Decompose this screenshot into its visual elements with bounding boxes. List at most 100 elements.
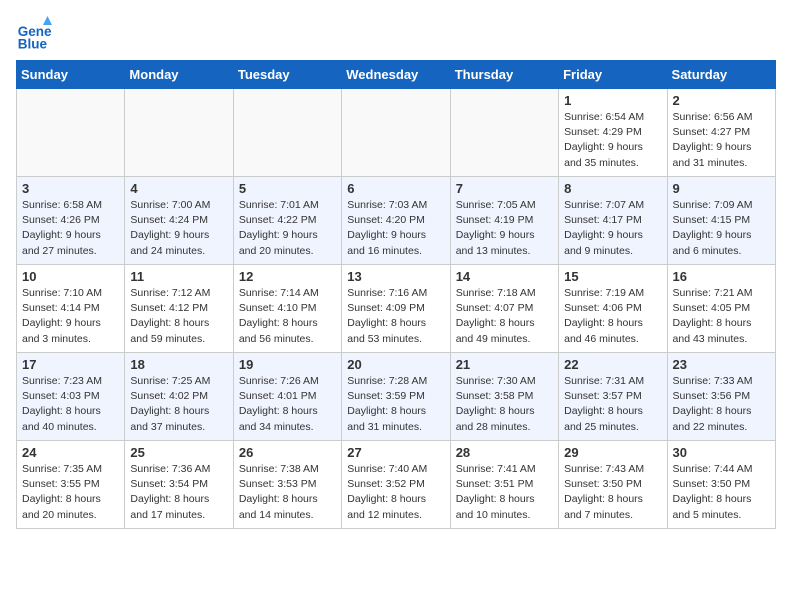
day-number: 20	[347, 357, 444, 372]
day-number: 13	[347, 269, 444, 284]
day-info: Sunrise: 7:19 AM Sunset: 4:06 PM Dayligh…	[564, 286, 661, 347]
day-info: Sunrise: 7:25 AM Sunset: 4:02 PM Dayligh…	[130, 374, 227, 435]
calendar-cell: 30Sunrise: 7:44 AM Sunset: 3:50 PM Dayli…	[667, 441, 775, 529]
day-number: 23	[673, 357, 770, 372]
header-cell-sunday: Sunday	[17, 61, 125, 89]
calendar-cell: 21 Sunrise: 7:30 AM Sunset: 3:58 PM Dayli…	[450, 353, 558, 441]
calendar-cell: 16 Sunrise: 7:21 AM Sunset: 4:05 PM Dayli…	[667, 265, 775, 353]
header-cell-tuesday: Tuesday	[233, 61, 341, 89]
page-header: General Blue	[16, 16, 776, 52]
day-info: Sunrise: 7:30 AM Sunset: 3:58 PM Dayligh…	[456, 374, 553, 435]
day-info: Sunrise: 7:01 AM Sunset: 4:22 PM Dayligh…	[239, 198, 336, 259]
header-cell-monday: Monday	[125, 61, 233, 89]
calendar-cell: 12 Sunrise: 7:14 AM Sunset: 4:10 PM Dayli…	[233, 265, 341, 353]
calendar-cell: 2 Sunrise: 6:56 AM Sunset: 4:27 PM Daylig…	[667, 89, 775, 177]
day-number: 5	[239, 181, 336, 196]
day-info: Sunrise: 7:28 AM Sunset: 3:59 PM Dayligh…	[347, 374, 444, 435]
calendar-cell: 3 Sunrise: 6:58 AM Sunset: 4:26 PM Daylig…	[17, 177, 125, 265]
day-number: 28	[456, 445, 553, 460]
day-number: 19	[239, 357, 336, 372]
day-number: 15	[564, 269, 661, 284]
calendar-cell: 28 Sunrise: 7:41 AM Sunset: 3:51 PM Dayli…	[450, 441, 558, 529]
calendar-cell: 5 Sunrise: 7:01 AM Sunset: 4:22 PM Daylig…	[233, 177, 341, 265]
day-number: 9	[673, 181, 770, 196]
day-info: Sunrise: 6:56 AM Sunset: 4:27 PM Dayligh…	[673, 110, 770, 171]
calendar-cell: 13 Sunrise: 7:16 AM Sunset: 4:09 PM Dayli…	[342, 265, 450, 353]
day-number: 29	[564, 445, 661, 460]
day-info: Sunrise: 7:21 AM Sunset: 4:05 PM Dayligh…	[673, 286, 770, 347]
day-info: Sunrise: 7:03 AM Sunset: 4:20 PM Dayligh…	[347, 198, 444, 259]
day-number: 21	[456, 357, 553, 372]
day-number: 17	[22, 357, 119, 372]
day-info: Sunrise: 7:31 AM Sunset: 3:57 PM Dayligh…	[564, 374, 661, 435]
day-info: Sunrise: 7:41 AM Sunset: 3:51 PM Dayligh…	[456, 462, 553, 523]
day-number: 18	[130, 357, 227, 372]
day-info: Sunrise: 7:18 AM Sunset: 4:07 PM Dayligh…	[456, 286, 553, 347]
day-number: 4	[130, 181, 227, 196]
day-number: 30	[673, 445, 770, 460]
day-info: Sunrise: 7:07 AM Sunset: 4:17 PM Dayligh…	[564, 198, 661, 259]
calendar-week-1: 3 Sunrise: 6:58 AM Sunset: 4:26 PM Daylig…	[17, 177, 776, 265]
day-number: 7	[456, 181, 553, 196]
day-number: 22	[564, 357, 661, 372]
calendar-cell	[17, 89, 125, 177]
day-info: Sunrise: 7:10 AM Sunset: 4:14 PM Dayligh…	[22, 286, 119, 347]
calendar-cell: 29Sunrise: 7:43 AM Sunset: 3:50 PM Dayli…	[559, 441, 667, 529]
calendar-cell: 9 Sunrise: 7:09 AM Sunset: 4:15 PM Daylig…	[667, 177, 775, 265]
calendar-week-4: 24 Sunrise: 7:35 AM Sunset: 3:55 PM Dayli…	[17, 441, 776, 529]
calendar-cell: 24 Sunrise: 7:35 AM Sunset: 3:55 PM Dayli…	[17, 441, 125, 529]
calendar-cell: 23Sunrise: 7:33 AM Sunset: 3:56 PM Dayli…	[667, 353, 775, 441]
calendar-cell	[125, 89, 233, 177]
calendar-week-3: 17 Sunrise: 7:23 AM Sunset: 4:03 PM Dayli…	[17, 353, 776, 441]
day-info: Sunrise: 6:54 AM Sunset: 4:29 PM Dayligh…	[564, 110, 661, 171]
day-info: Sunrise: 7:36 AM Sunset: 3:54 PM Dayligh…	[130, 462, 227, 523]
day-number: 25	[130, 445, 227, 460]
header-row: SundayMondayTuesdayWednesdayThursdayFrid…	[17, 61, 776, 89]
calendar-cell	[233, 89, 341, 177]
day-number: 12	[239, 269, 336, 284]
day-number: 6	[347, 181, 444, 196]
day-number: 2	[673, 93, 770, 108]
calendar-cell: 18 Sunrise: 7:25 AM Sunset: 4:02 PM Dayli…	[125, 353, 233, 441]
day-info: Sunrise: 7:12 AM Sunset: 4:12 PM Dayligh…	[130, 286, 227, 347]
day-info: Sunrise: 7:40 AM Sunset: 3:52 PM Dayligh…	[347, 462, 444, 523]
calendar-cell: 25 Sunrise: 7:36 AM Sunset: 3:54 PM Dayli…	[125, 441, 233, 529]
calendar-cell: 1 Sunrise: 6:54 AM Sunset: 4:29 PM Daylig…	[559, 89, 667, 177]
calendar-cell: 6 Sunrise: 7:03 AM Sunset: 4:20 PM Daylig…	[342, 177, 450, 265]
calendar-cell: 26 Sunrise: 7:38 AM Sunset: 3:53 PM Dayli…	[233, 441, 341, 529]
calendar-cell: 17 Sunrise: 7:23 AM Sunset: 4:03 PM Dayli…	[17, 353, 125, 441]
calendar-cell	[342, 89, 450, 177]
day-number: 1	[564, 93, 661, 108]
svg-text:Blue: Blue	[18, 36, 48, 51]
calendar-cell: 27 Sunrise: 7:40 AM Sunset: 3:52 PM Dayli…	[342, 441, 450, 529]
day-info: Sunrise: 7:38 AM Sunset: 3:53 PM Dayligh…	[239, 462, 336, 523]
calendar-cell: 4Sunrise: 7:00 AM Sunset: 4:24 PM Daylig…	[125, 177, 233, 265]
day-number: 27	[347, 445, 444, 460]
header-cell-wednesday: Wednesday	[342, 61, 450, 89]
logo: General Blue	[16, 16, 56, 52]
day-number: 26	[239, 445, 336, 460]
calendar-cell: 14 Sunrise: 7:18 AM Sunset: 4:07 PM Dayli…	[450, 265, 558, 353]
day-number: 24	[22, 445, 119, 460]
day-info: Sunrise: 6:58 AM Sunset: 4:26 PM Dayligh…	[22, 198, 119, 259]
calendar-cell: 19 Sunrise: 7:26 AM Sunset: 4:01 PM Dayli…	[233, 353, 341, 441]
day-number: 14	[456, 269, 553, 284]
day-info: Sunrise: 7:14 AM Sunset: 4:10 PM Dayligh…	[239, 286, 336, 347]
header-cell-friday: Friday	[559, 61, 667, 89]
calendar-cell	[450, 89, 558, 177]
day-number: 16	[673, 269, 770, 284]
calendar-cell: 22 Sunrise: 7:31 AM Sunset: 3:57 PM Dayli…	[559, 353, 667, 441]
day-number: 10	[22, 269, 119, 284]
day-info: Sunrise: 7:35 AM Sunset: 3:55 PM Dayligh…	[22, 462, 119, 523]
day-info: Sunrise: 7:26 AM Sunset: 4:01 PM Dayligh…	[239, 374, 336, 435]
calendar-table: SundayMondayTuesdayWednesdayThursdayFrid…	[16, 60, 776, 529]
day-number: 3	[22, 181, 119, 196]
day-info: Sunrise: 7:16 AM Sunset: 4:09 PM Dayligh…	[347, 286, 444, 347]
calendar-cell: 8Sunrise: 7:07 AM Sunset: 4:17 PM Daylig…	[559, 177, 667, 265]
calendar-cell: 7Sunrise: 7:05 AM Sunset: 4:19 PM Daylig…	[450, 177, 558, 265]
calendar-cell: 15 Sunrise: 7:19 AM Sunset: 4:06 PM Dayli…	[559, 265, 667, 353]
day-info: Sunrise: 7:09 AM Sunset: 4:15 PM Dayligh…	[673, 198, 770, 259]
calendar-week-0: 1 Sunrise: 6:54 AM Sunset: 4:29 PM Daylig…	[17, 89, 776, 177]
header-cell-saturday: Saturday	[667, 61, 775, 89]
day-info: Sunrise: 7:23 AM Sunset: 4:03 PM Dayligh…	[22, 374, 119, 435]
